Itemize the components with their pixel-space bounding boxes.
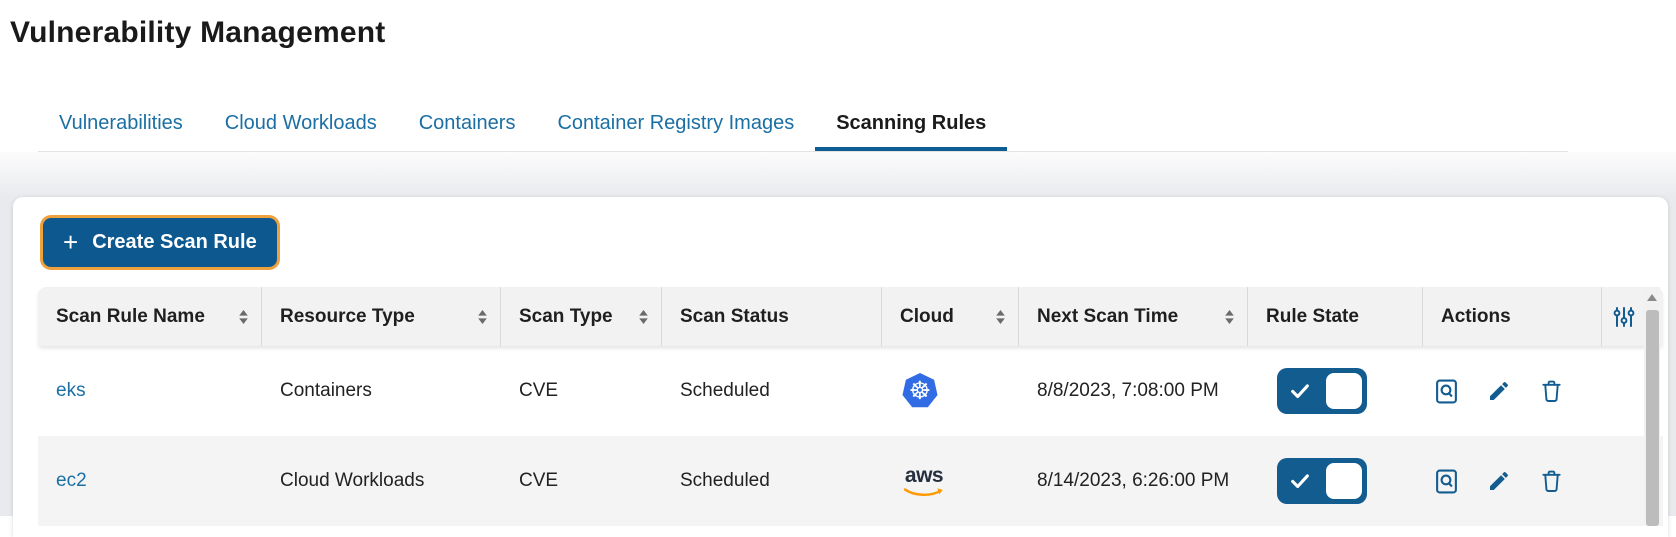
scan-rule-name-link[interactable]: eks	[56, 380, 86, 402]
edit-icon[interactable]	[1487, 469, 1511, 493]
check-icon	[1289, 470, 1311, 492]
scan-status-cell: Scheduled	[680, 380, 770, 401]
table-header-row: Scan Rule Name Resource Type Scan Type S…	[38, 287, 1663, 346]
tab-label: Container Registry Images	[557, 112, 795, 134]
tab-scanning-rules[interactable]: Scanning Rules	[815, 96, 1007, 151]
aws-icon: aws	[902, 465, 946, 498]
scan-rules-table: Scan Rule Name Resource Type Scan Type S…	[38, 287, 1663, 526]
column-label: Rule State	[1266, 305, 1359, 327]
resource-type-cell: Containers	[280, 380, 372, 401]
tab-cloud-workloads[interactable]: Cloud Workloads	[204, 96, 398, 151]
tab-label: Vulnerabilities	[59, 112, 183, 134]
tab-containers[interactable]: Containers	[398, 96, 537, 151]
vertical-scrollbar[interactable]	[1644, 287, 1660, 526]
tab-container-registry-images[interactable]: Container Registry Images	[536, 96, 815, 151]
scrollbar-thumb[interactable]	[1645, 310, 1659, 526]
tab-label: Cloud Workloads	[224, 112, 377, 134]
column-header-rule-state: Rule State	[1248, 287, 1423, 346]
view-report-icon[interactable]	[1435, 379, 1458, 404]
column-header-cloud[interactable]: Cloud	[882, 287, 1019, 346]
next-scan-time-cell: 8/8/2023, 7:08:00 PM	[1037, 380, 1219, 401]
column-header-resource-type[interactable]: Resource Type	[262, 287, 501, 346]
aws-smile	[904, 487, 943, 496]
edit-icon[interactable]	[1487, 379, 1511, 403]
rule-state-toggle[interactable]	[1277, 368, 1367, 414]
table-row-eks: eks Containers CVE Scheduled ☸ 8/8/2023,…	[38, 346, 1663, 436]
kubernetes-icon: ☸	[902, 373, 938, 408]
scan-type-cell: CVE	[519, 470, 559, 491]
toggle-knob[interactable]	[1326, 463, 1362, 499]
rule-state-toggle[interactable]	[1277, 458, 1367, 504]
tab-label: Containers	[418, 112, 516, 134]
scanning-rules-panel: + Create Scan Rule Scan Rule Name Resour…	[13, 197, 1668, 537]
tab-label: Scanning Rules	[836, 112, 987, 134]
toggle-knob[interactable]	[1326, 373, 1362, 409]
table-row-ec2: ec2 Cloud Workloads CVE Scheduled aws 8/…	[38, 436, 1663, 526]
column-label: Scan Rule Name	[56, 305, 205, 327]
scan-status-cell: Scheduled	[680, 470, 770, 491]
view-report-icon[interactable]	[1435, 469, 1458, 494]
sort-icon[interactable]	[477, 309, 488, 325]
aws-wordmark: aws	[904, 463, 944, 487]
plus-icon: +	[63, 226, 79, 257]
scan-rule-name-link[interactable]: ec2	[56, 470, 87, 492]
column-header-scan-status: Scan Status	[662, 287, 882, 346]
page-title: Vulnerability Management	[10, 16, 386, 49]
column-label: Cloud	[900, 305, 954, 327]
column-label: Actions	[1441, 305, 1511, 327]
kubernetes-wheel-glyph: ☸	[908, 376, 932, 405]
tab-vulnerabilities[interactable]: Vulnerabilities	[38, 96, 204, 151]
column-label: Resource Type	[280, 305, 415, 327]
scroll-up-arrow-icon[interactable]	[1647, 294, 1657, 301]
create-scan-rule-label: Create Scan Rule	[92, 231, 257, 253]
sort-icon[interactable]	[238, 309, 249, 325]
column-header-scan-rule-name[interactable]: Scan Rule Name	[38, 287, 262, 346]
create-scan-rule-button[interactable]: + Create Scan Rule	[43, 218, 277, 267]
next-scan-time-cell: 8/14/2023, 6:26:00 PM	[1037, 470, 1230, 491]
sort-icon[interactable]	[995, 309, 1006, 325]
delete-icon[interactable]	[1540, 379, 1563, 404]
column-header-scan-type[interactable]: Scan Type	[501, 287, 662, 346]
delete-icon[interactable]	[1540, 469, 1563, 494]
page-background: + Create Scan Rule Scan Rule Name Resour…	[0, 152, 1676, 537]
column-label: Scan Type	[519, 305, 613, 327]
column-label: Next Scan Time	[1037, 305, 1179, 327]
column-label: Scan Status	[680, 305, 789, 327]
resource-type-cell: Cloud Workloads	[280, 470, 425, 491]
sort-icon[interactable]	[638, 309, 649, 325]
scan-type-cell: CVE	[519, 380, 559, 401]
tab-bar: Vulnerabilities Cloud Workloads Containe…	[38, 96, 1568, 152]
column-header-actions: Actions	[1423, 287, 1602, 346]
sort-icon[interactable]	[1224, 309, 1235, 325]
column-header-next-scan-time[interactable]: Next Scan Time	[1019, 287, 1248, 346]
column-settings-icon[interactable]	[1612, 305, 1636, 329]
check-icon	[1289, 380, 1311, 402]
